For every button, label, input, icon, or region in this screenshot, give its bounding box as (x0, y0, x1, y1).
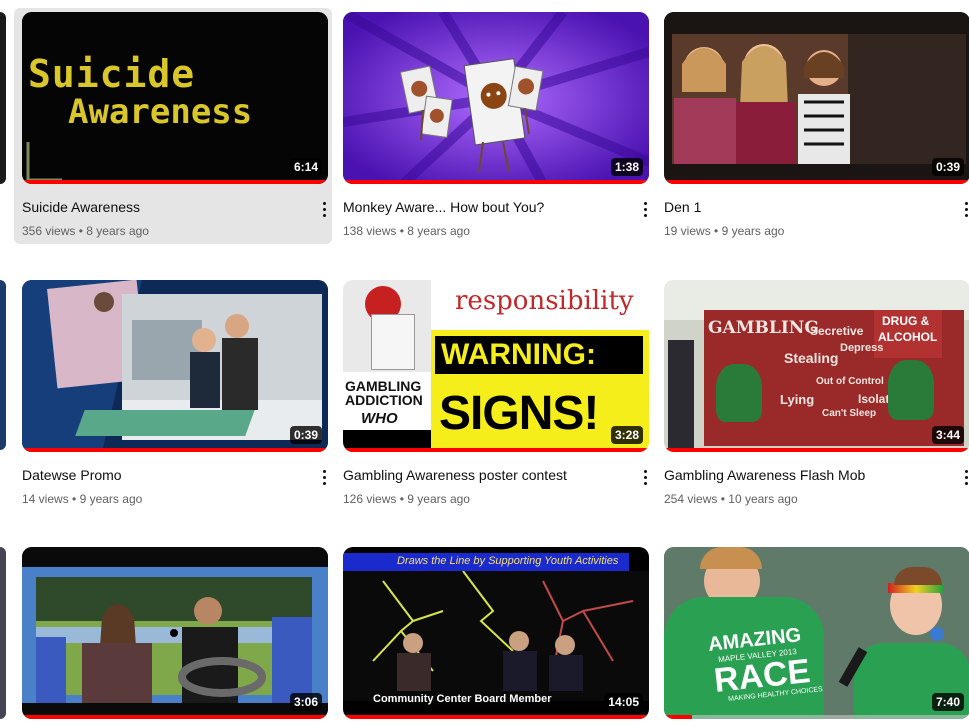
thumbnail-art: AMAZING MAPLE VALLEY 2013 RACE MAKING HE… (664, 547, 969, 719)
video-thumbnail[interactable]: Draws the Line by Supporting Youth Activ… (343, 547, 649, 719)
video-thumbnail[interactable]: GAMBLING ADDICTION WHO responsibility WA… (343, 280, 649, 452)
video-thumbnail[interactable]: 0:39 (22, 280, 328, 452)
video-card[interactable]: GAMBLING Secretive DRUG & ALCOHOL Steali… (664, 280, 969, 506)
thumbnail-art: GAMBLING ADDICTION WHO responsibility WA… (343, 280, 649, 452)
upload-age: 8 years ago (86, 224, 149, 238)
thumbnail-art: Draws the Line by Supporting Youth Activ… (343, 547, 649, 719)
more-options-icon[interactable] (956, 197, 969, 221)
view-count: 254 views (664, 492, 718, 506)
video-meta: 254 views • 10 years ago (664, 492, 798, 506)
thumbnail-art: GAMBLING Secretive DRUG & ALCOHOL Steali… (664, 280, 969, 452)
duration-badge: 3:06 (289, 693, 322, 711)
video-title[interactable]: Datewse Promo (22, 466, 332, 484)
video-card[interactable]: 1:38 Monkey Aware... How bout You? 138 v… (343, 12, 653, 238)
video-card[interactable]: Suicide Awareness 6:14 Suicide Awareness… (14, 8, 334, 244)
watch-progress-bar (343, 715, 649, 719)
video-thumbnail[interactable]: AMAZING MAPLE VALLEY 2013 RACE MAKING HE… (664, 547, 969, 719)
duration-badge: 14:05 (604, 693, 643, 711)
duration-badge: 6:14 (289, 158, 322, 176)
more-options-icon[interactable] (956, 465, 969, 489)
thumbnail-text-2: Awareness (68, 92, 253, 132)
watch-progress-bar (22, 715, 328, 719)
prev-column-thumb-edge (0, 280, 6, 450)
thumbnail-art (22, 280, 328, 452)
watch-progress-bar (343, 180, 649, 184)
watch-progress-bar (22, 448, 328, 452)
upload-age: 9 years ago (721, 224, 785, 238)
watch-progress-bar (343, 448, 649, 452)
video-thumbnail[interactable]: GAMBLING Secretive DRUG & ALCOHOL Steali… (664, 280, 969, 452)
duration-badge: 0:39 (289, 426, 322, 444)
view-count: 138 views (343, 224, 397, 238)
upload-age: 10 years ago (728, 492, 798, 506)
video-meta: 19 views • 9 years ago (664, 224, 785, 238)
video-card[interactable]: 3:06 (22, 547, 332, 719)
video-meta: 356 views • 8 years ago (22, 224, 149, 238)
more-options-icon[interactable] (314, 465, 334, 489)
duration-badge: 3:28 (610, 426, 643, 444)
video-card[interactable]: Draws the Line by Supporting Youth Activ… (343, 547, 653, 719)
thumbnail-text-1: Suicide (28, 52, 196, 96)
view-count: 126 views (343, 492, 397, 506)
upload-age: 8 years ago (407, 224, 470, 238)
video-thumbnail[interactable]: 3:06 (22, 547, 328, 719)
view-count: 356 views (22, 224, 76, 238)
video-card[interactable]: 0:39 Den 1 19 views • 9 years ago (664, 12, 969, 238)
duration-badge: 7:40 (931, 693, 964, 711)
watch-progress-bar (22, 180, 328, 184)
prev-column-thumb-edge (0, 12, 6, 184)
upload-age: 9 years ago (79, 492, 143, 506)
upload-age: 9 years ago (407, 492, 470, 506)
video-card[interactable]: 0:39 Datewse Promo 14 views • 9 years ag… (22, 280, 332, 506)
watch-progress-bar (664, 715, 692, 719)
video-title[interactable]: Monkey Aware... How bout You? (343, 198, 653, 216)
video-title[interactable]: Den 1 (664, 198, 969, 216)
duration-badge: 3:44 (931, 426, 964, 444)
video-title[interactable]: Gambling Awareness Flash Mob (664, 466, 969, 484)
view-count: 19 views (664, 224, 711, 238)
video-meta: 138 views • 8 years ago (343, 224, 470, 238)
duration-badge: 1:38 (610, 158, 643, 176)
video-title[interactable]: Suicide Awareness (22, 198, 332, 216)
thumbnail-art (22, 547, 328, 719)
video-thumbnail[interactable]: 0:39 (664, 12, 969, 184)
thumbnail-art (343, 12, 649, 184)
video-thumbnail[interactable]: 1:38 (343, 12, 649, 184)
watch-progress-track (664, 715, 969, 719)
more-options-icon[interactable] (314, 197, 334, 221)
video-meta: 14 views • 9 years ago (22, 492, 143, 506)
prev-column-thumb-edge (0, 547, 6, 719)
thumbnail-art (664, 12, 969, 184)
watch-progress-bar (664, 180, 969, 184)
more-options-icon[interactable] (635, 465, 655, 489)
video-meta: 126 views • 9 years ago (343, 492, 470, 506)
duration-badge: 0:39 (931, 158, 964, 176)
video-card[interactable]: AMAZING MAPLE VALLEY 2013 RACE MAKING HE… (664, 547, 969, 719)
view-count: 14 views (22, 492, 69, 506)
video-title[interactable]: Gambling Awareness poster contest (343, 466, 653, 484)
video-card[interactable]: GAMBLING ADDICTION WHO responsibility WA… (343, 280, 653, 506)
video-thumbnail[interactable]: Suicide Awareness 6:14 (22, 12, 328, 184)
more-options-icon[interactable] (635, 197, 655, 221)
watch-progress-bar (664, 448, 969, 452)
